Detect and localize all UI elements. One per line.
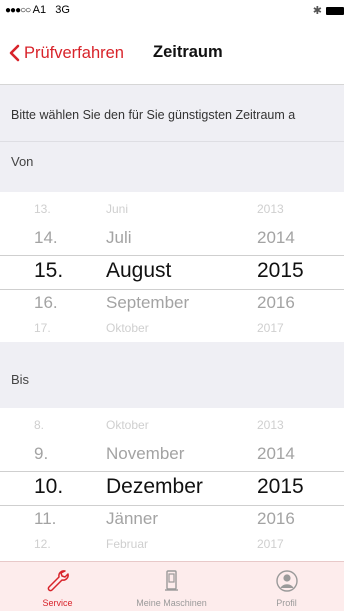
intro-text: Bitte wählen Sie den für Sie günstigsten…: [11, 108, 296, 122]
chevron-left-icon: [9, 44, 20, 62]
tab-service[interactable]: Service: [0, 562, 115, 611]
picker-day: 17.: [34, 321, 51, 335]
tab-profil[interactable]: Profil: [229, 562, 344, 611]
bluetooth-icon: ✱: [312, 5, 322, 17]
picker-selection-line: [0, 471, 344, 472]
intro-section: [0, 85, 344, 192]
von-date-picker[interactable]: 13. Juni 2013 14. Juli 2014 15. August 2…: [0, 192, 344, 342]
picker-month: September: [106, 293, 190, 312]
picker-day: 13.: [34, 202, 51, 216]
bis-section: [0, 342, 344, 408]
back-button-label: Prüfverfahren: [24, 43, 124, 62]
picker-month: Februar: [106, 537, 149, 551]
bis-section-label: Bis: [11, 372, 30, 387]
tab-meine-maschinen[interactable]: Meine Maschinen: [114, 562, 229, 611]
picker-month-selected: Dezember: [106, 475, 203, 498]
picker-day-selected: 10.: [34, 475, 64, 498]
profile-icon: [275, 570, 298, 592]
picker-day: 16.: [34, 293, 58, 312]
machine-icon: [164, 570, 178, 591]
picker-day: 11.: [34, 509, 57, 528]
page-title: Zeitraum: [153, 43, 223, 61]
picker-selection-line: [0, 255, 344, 256]
picker-year-selected: 2015: [257, 475, 304, 498]
picker-month: Juli: [106, 228, 132, 247]
picker-day: 9.: [34, 444, 49, 463]
back-button[interactable]: Prüfverfahren: [9, 40, 124, 66]
picker-year: 2013: [257, 418, 284, 432]
picker-month: Oktober: [106, 418, 149, 432]
network-type: 3G: [55, 4, 70, 16]
picker-month: Juni: [106, 202, 129, 216]
von-section-label: Von: [11, 154, 34, 169]
carrier-name: A1: [32, 4, 47, 16]
picker-year: 2014: [257, 444, 295, 463]
picker-day: 14.: [34, 228, 58, 247]
picker-year: 2013: [257, 202, 284, 216]
picker-month-selected: August: [106, 259, 172, 282]
status-bar: ●●●○○ A1 3G ✱: [0, 0, 344, 22]
battery-icon: [326, 7, 344, 15]
tab-label: Meine Maschinen: [136, 598, 207, 608]
status-left: ●●●○○ A1 3G: [5, 4, 70, 16]
picker-day: 12.: [34, 537, 51, 551]
picker-month: November: [106, 444, 185, 463]
picker-year: 2017: [257, 537, 284, 551]
picker-year: 2016: [257, 293, 295, 312]
picker-month: Oktober: [106, 321, 149, 335]
tab-label: Profil: [276, 598, 297, 608]
picker-month: Jänner: [106, 509, 158, 528]
picker-day: 8.: [34, 418, 45, 432]
wrench-icon: [47, 570, 69, 592]
picker-year-selected: 2015: [257, 259, 304, 282]
bis-date-picker[interactable]: 8. Oktober 2013 9. November 2014 10. Dez…: [0, 408, 344, 558]
picker-year: 2016: [257, 509, 295, 528]
signal-strength-icon: ●●●○○: [5, 5, 31, 16]
picker-day-selected: 15.: [34, 259, 64, 282]
picker-year: 2017: [257, 321, 284, 335]
navigation-bar: Prüfverfahren Zeitraum: [0, 22, 344, 85]
tab-label: Service: [42, 598, 73, 608]
picker-selection-line: [0, 505, 344, 506]
picker-year: 2014: [257, 228, 295, 247]
tab-bar: Service Meine Maschinen Profil: [0, 561, 344, 611]
divider: [0, 141, 344, 142]
picker-selection-line: [0, 289, 344, 290]
